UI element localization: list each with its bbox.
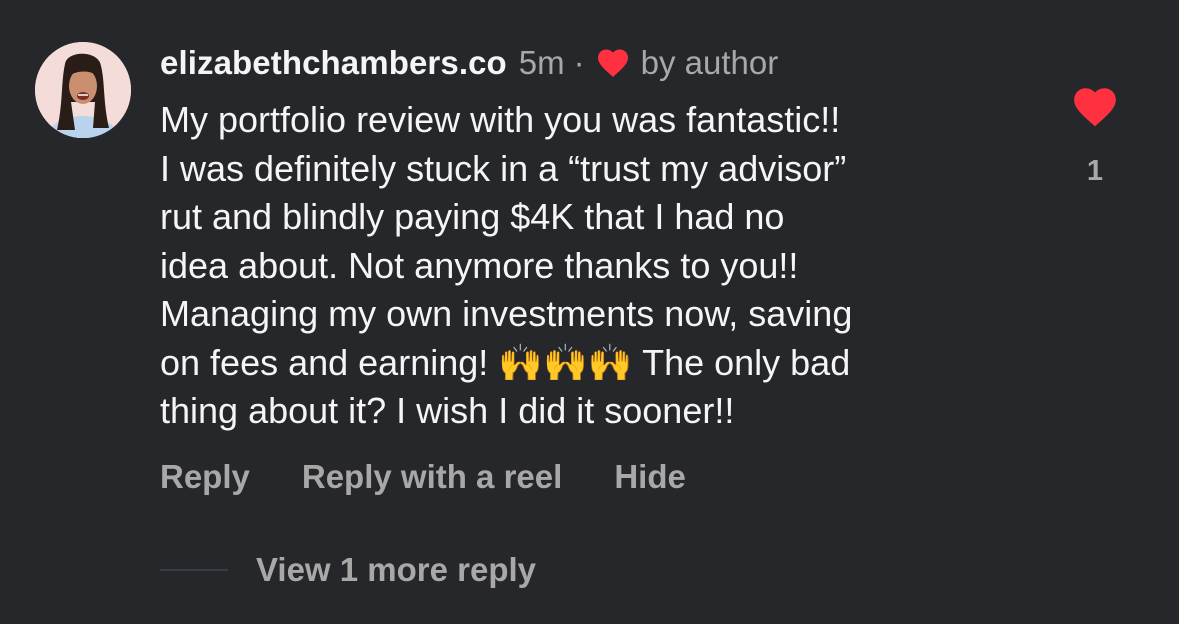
liked-by-author-label: by author [640,44,779,81]
avatar[interactable] [35,42,131,138]
comment: elizabethchambers.co 5m · by author My p… [0,0,1179,624]
comment-header: elizabethchambers.co 5m · by author [160,41,778,85]
comment-actions: Reply Reply with a reel Hide [160,455,686,499]
comment-text-line: Managing my own investments now, saving [160,293,853,334]
timestamp: 5m [518,44,565,81]
comment-text-line: idea about. Not anymore thanks to you!! [160,244,799,286]
reply-button[interactable]: Reply [160,458,250,496]
hide-button[interactable]: Hide [614,458,686,496]
comment-text-line: rut and blindly paying $4K that I had no [160,196,785,237]
comment-text-line: thing about it? I wish I did it sooner!! [160,390,735,431]
comment-text-line: I was definitely stuck in a “trust my ad… [160,147,847,189]
comment-text-line: My portfolio review with you was fantast… [160,99,841,140]
comment-text-line: on fees and earning! 🙌🙌🙌 The only bad [160,341,851,383]
username[interactable]: elizabethchambers.co [160,44,507,82]
separator-dot: · [573,44,585,81]
heart-icon [595,45,631,81]
profile-photo-icon [35,42,131,138]
comment-text: My portfolio review with you was fantast… [160,96,1040,436]
view-more-replies-button[interactable]: View 1 more reply [160,548,536,592]
replies-divider-line [160,569,228,571]
view-more-replies-label: View 1 more reply [256,551,537,588]
like-button[interactable] [1070,82,1120,132]
heart-filled-icon [1074,88,1116,127]
reply-with-reel-button[interactable]: Reply with a reel [302,458,562,496]
like-count[interactable]: 1 [1080,155,1110,188]
